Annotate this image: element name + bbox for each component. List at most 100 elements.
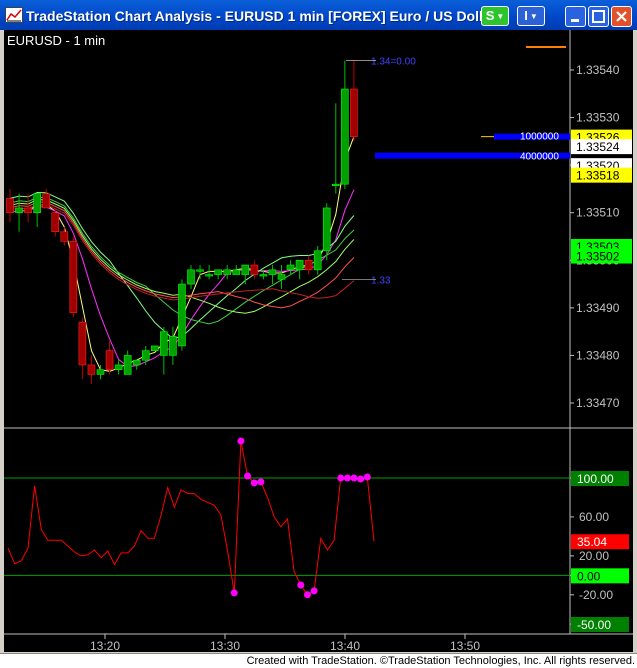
candle-body (15, 207, 23, 214)
indicator-marker-label: 100.00 (577, 472, 614, 486)
indicator-series-line (7, 440, 375, 596)
signal-dot (357, 475, 365, 483)
price-tick-label: 1.33510 (576, 206, 620, 220)
candle-body (259, 274, 268, 277)
i-dropdown-button[interactable]: I ▼ (517, 6, 545, 26)
candle-body (178, 283, 186, 347)
candle-body (286, 264, 295, 271)
candle-body (169, 336, 177, 356)
chart-app-icon[interactable] (5, 7, 23, 23)
fib-low-label: 1.33 (371, 275, 391, 286)
app-window: TradeStation Chart Analysis - EURUSD 1 m… (0, 0, 637, 653)
bid-size-label: 4000000 (520, 152, 559, 163)
candles (6, 60, 358, 384)
indicator-tick-label: -20.00 (579, 588, 613, 602)
price-pane[interactable]: EURUSD - 1 min 1.335401.335301.335201.33… (4, 30, 633, 429)
time-tick-label: 13:20 (90, 639, 120, 652)
i-button-label: I (524, 8, 528, 23)
candle-body (304, 259, 313, 271)
chevron-down-icon: ▼ (496, 11, 505, 21)
candle-body (241, 264, 250, 275)
candle-body (277, 274, 286, 280)
candle-body (205, 274, 213, 277)
signal-dot (350, 474, 358, 482)
time-tick-label: 13:40 (330, 639, 360, 652)
time-tick-label: 13:30 (210, 639, 240, 652)
signal-dot (257, 478, 265, 486)
price-markers: 1.335261.335241.335201.335181.335031.335… (571, 129, 632, 264)
signal-dot (337, 474, 345, 482)
minimize-icon (571, 19, 579, 22)
candle-body (151, 345, 159, 351)
title-bar[interactable]: TradeStation Chart Analysis - EURUSD 1 m… (0, 0, 637, 30)
price-tick-label: 1.33470 (576, 396, 620, 410)
s-dropdown-button[interactable]: S ▼ (481, 6, 509, 26)
candle-body (295, 259, 304, 271)
copyright-text: Created with TradeStation. ©TradeStation… (246, 655, 635, 667)
candle-body (51, 212, 60, 233)
indicator-tick-label: 60.00 (579, 510, 609, 524)
price-axis-ticks: 1.335401.335301.335201.335101.335001.334… (570, 63, 620, 410)
price-marker-label: 1.33518 (576, 169, 620, 183)
close-button[interactable] (611, 6, 632, 27)
window-title: TradeStation Chart Analysis - EURUSD 1 m… (26, 8, 497, 24)
price-tick-label: 1.33540 (576, 63, 620, 77)
candle-body (350, 88, 358, 137)
price-tick-label: 1.33480 (576, 348, 620, 362)
candle-body (78, 321, 87, 366)
candle-body (6, 198, 14, 214)
ask-size-label: 1000000 (520, 132, 559, 143)
candle-body (223, 269, 231, 275)
candle-body (214, 269, 222, 275)
fib-high-label: 1.34=0.00 (371, 56, 416, 67)
candle-body (105, 350, 114, 370)
price-tick-label: 1.33530 (576, 111, 620, 125)
candle-body (141, 350, 150, 361)
candle-body (96, 369, 105, 375)
indicator-reference-lines (4, 477, 570, 576)
signal-dot (343, 474, 351, 482)
indicator-tick-label: 20.00 (579, 549, 609, 563)
symbol-label: EURUSD - 1 min (7, 33, 105, 48)
candle-body (341, 88, 349, 185)
candle-body (132, 359, 141, 366)
candle-body (313, 250, 322, 271)
indicator-pane[interactable]: 100.00 60.00 20.00 0.00 -20.00 -50.00 100.00 3… (4, 428, 629, 634)
candle-body (268, 269, 277, 275)
signal-dot (310, 587, 318, 595)
indicator-marker-label: -50.00 (577, 618, 611, 632)
annotations: 1.34=0.00 1.33 1000000 4000000 (342, 46, 570, 286)
price-marker-label: 1.33502 (576, 250, 620, 264)
candle-body (232, 269, 241, 275)
s-button-label: S (485, 8, 495, 23)
candle-body (60, 231, 69, 242)
chevron-down-icon: ▼ (529, 11, 538, 21)
candle-body (42, 193, 51, 209)
price-tick-label: 1.33490 (576, 301, 620, 315)
signal-dot (297, 581, 305, 589)
candle-body (196, 269, 204, 272)
indicator-axis-ticks: 100.00 60.00 20.00 0.00 -20.00 -50.00 (570, 471, 616, 631)
candle-body (187, 269, 195, 285)
candle-body (114, 364, 123, 371)
time-tick-label: 13:50 (450, 639, 480, 652)
indicator-marker-label: 0.00 (577, 569, 601, 583)
indicator-marker-label: 35.04 (577, 535, 607, 549)
candle-body (87, 364, 96, 375)
price-marker-label: 1.33524 (576, 140, 620, 154)
maximize-button[interactable] (588, 6, 609, 27)
signal-dot (230, 589, 238, 597)
indicator-line (7, 437, 375, 599)
signal-dot (363, 473, 371, 481)
candle-body (331, 183, 340, 186)
signal-dot (237, 437, 245, 445)
signal-dot (250, 479, 258, 487)
chart-canvas[interactable]: EURUSD - 1 min 1.335401.335301.335201.33… (4, 30, 633, 653)
candle-body (250, 264, 259, 275)
minimize-button[interactable] (565, 6, 586, 27)
candle-body (160, 331, 168, 356)
candle-body (69, 240, 78, 313)
candle-body (123, 355, 132, 375)
candle-body (322, 207, 331, 252)
chart-area[interactable]: EURUSD - 1 min 1.335401.335301.335201.33… (4, 30, 633, 653)
